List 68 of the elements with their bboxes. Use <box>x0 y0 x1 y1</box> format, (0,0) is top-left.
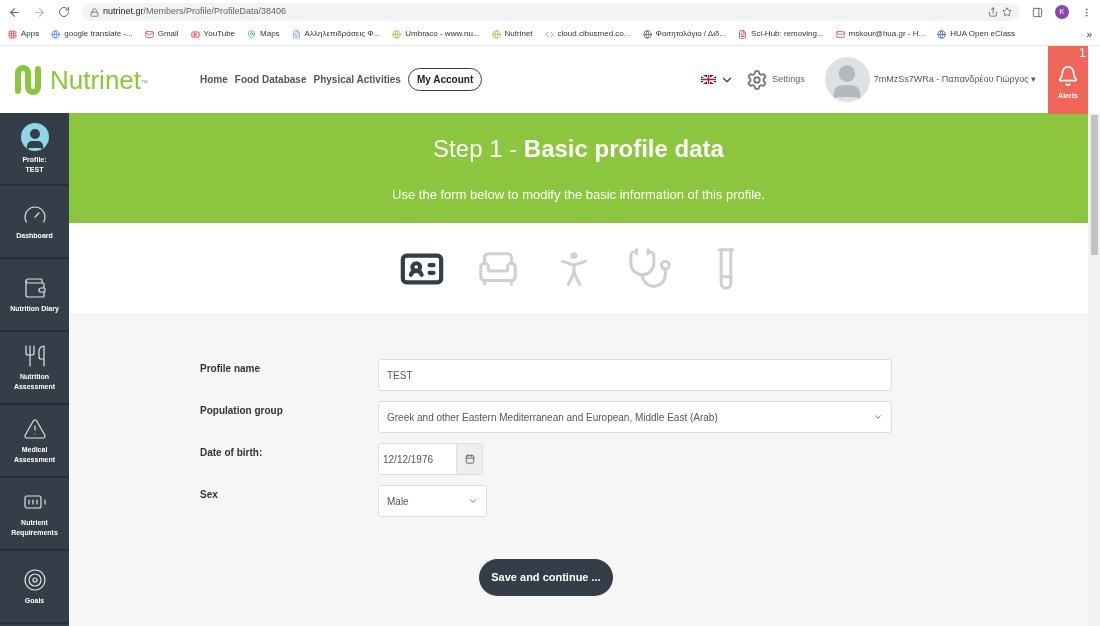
bookmark-icon <box>642 29 652 39</box>
user-menu[interactable]: 7mMzSs7WRa - Παπανδρέου Γιώργος ▾ <box>873 72 1036 87</box>
bookmark[interactable]: Apps <box>8 28 40 40</box>
bookmark-icon <box>835 29 845 39</box>
field-label: Sex <box>200 488 219 502</box>
calendar-icon <box>464 454 475 464</box>
banner-subtitle: Use the form below to modify the basic information of this profile. <box>392 186 765 205</box>
sidebar-icon <box>22 416 47 441</box>
forward-icon[interactable] <box>33 5 46 19</box>
select-field[interactable]: Greek and other Eastern Mediterranean and European, Middle East (Arab) <box>378 401 892 433</box>
bookmark[interactable]: Gmail <box>144 28 179 40</box>
reload-icon[interactable] <box>58 6 70 18</box>
chevron-icon <box>468 496 478 506</box>
calendar-button[interactable] <box>456 444 482 474</box>
settings-icon <box>746 68 769 91</box>
bookmark-icon <box>51 29 61 39</box>
bell-icon <box>1057 65 1079 88</box>
back-icon[interactable] <box>8 5 21 19</box>
bookmark[interactable]: Nutrinet <box>491 28 533 40</box>
alerts-count: 1 <box>1078 45 1086 59</box>
sidebar-icon <box>22 567 47 592</box>
more-bookmarks[interactable]: » <box>1086 26 1092 42</box>
bookmark-icon <box>937 29 947 39</box>
profile-avatar[interactable]: K <box>1055 5 1069 19</box>
bookmark-icon <box>491 29 501 39</box>
bookmark[interactable]: Αλληλεπιδράσεις Φ... <box>291 28 381 40</box>
sidebar-icon <box>22 343 47 368</box>
bookmark[interactable]: Umbraco - www.nu... <box>392 28 480 40</box>
bookmark-icon <box>144 29 154 39</box>
bookmark-icon <box>190 29 200 39</box>
share-icon[interactable] <box>988 7 998 17</box>
field-label: Date of birth: <box>200 446 264 460</box>
bookmark-icon <box>738 29 748 39</box>
bookmark[interactable]: YouTube <box>190 28 236 40</box>
bookmark[interactable]: HUA Open eClass <box>937 28 1016 40</box>
nav-link[interactable]: Food Database <box>234 69 307 90</box>
banner-title: Step 1 - Basic profile data <box>433 134 724 165</box>
field-label: Profile name <box>200 362 262 376</box>
bookmark-icon <box>247 29 257 39</box>
nav-link[interactable]: Home <box>200 69 228 90</box>
url-text: nutrinet.gr/Members/Profile/ProfileData/38406 <box>103 5 287 19</box>
date-field[interactable]: 12/12/1976 <box>378 443 483 475</box>
chevron-icon <box>873 412 883 422</box>
bookmark-icon <box>291 29 301 39</box>
select-field[interactable]: Male <box>378 485 487 517</box>
profile-avatar-icon <box>20 122 49 151</box>
star-icon[interactable] <box>1002 7 1012 17</box>
user-avatar[interactable] <box>824 57 870 102</box>
sidebar-icon <box>22 275 47 300</box>
bookmark[interactable]: cloud.cibusmed.co... <box>544 28 631 40</box>
address-bar[interactable]: nutrinet.gr/Members/Profile/ProfileData/38406 <box>82 3 1020 21</box>
logo-text[interactable]: Nutrinet$^{™}$ <box>50 66 149 93</box>
flag-icon <box>701 75 717 84</box>
bookmark[interactable]: mskour@hua.gr - H... <box>835 28 926 40</box>
field-label: Population group <box>200 404 284 418</box>
text-field[interactable]: TEST <box>378 359 892 391</box>
save-button[interactable]: Save and continue ... <box>479 559 613 596</box>
nav-link[interactable]: Physical Activities <box>313 69 401 90</box>
lock-icon <box>90 7 99 17</box>
bookmark[interactable]: Maps <box>247 28 280 40</box>
side-panel-icon[interactable] <box>1032 6 1043 18</box>
bookmark-icon <box>392 29 402 39</box>
bookmark-icon <box>8 29 17 39</box>
bookmark[interactable]: Sci-Hub: removing... <box>738 28 824 40</box>
bookmark[interactable]: Φοιτητολόγιο / Διδ... <box>642 28 727 40</box>
settings-link[interactable]: Settings <box>746 68 805 91</box>
bookmark-icon <box>544 29 554 39</box>
bookmark[interactable]: google translate -... <box>51 28 133 40</box>
